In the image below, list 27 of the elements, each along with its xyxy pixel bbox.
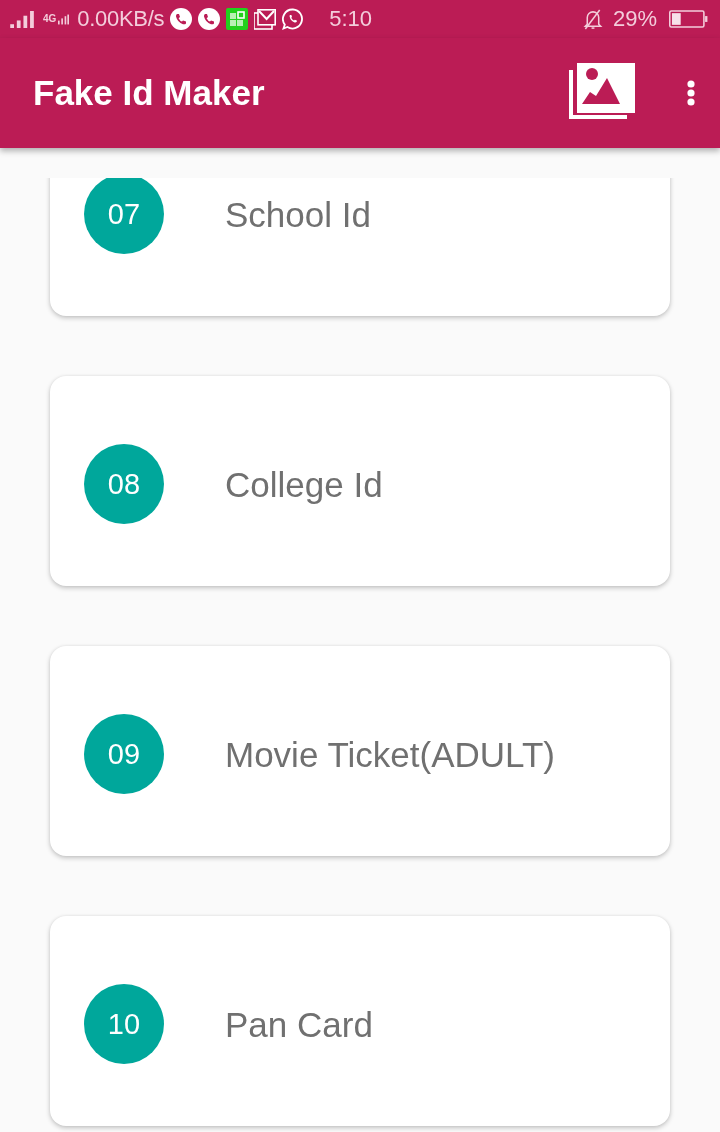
id-type-card[interactable]: 08 College Id [50,376,670,586]
battery-icon [669,10,708,28]
app-tile-icon [226,8,249,30]
bell-off-icon [582,8,603,30]
item-number: 07 [84,178,164,254]
item-number: 10 [84,984,164,1064]
network-type: 4G [43,14,57,24]
more-options-button[interactable] [686,80,696,106]
item-number: 08 [84,444,164,524]
item-label: College Id [225,465,383,505]
battery-percent: 29% [612,6,657,32]
chat-bubble-icon [282,8,305,30]
id-type-card[interactable]: 07 School Id [50,178,670,316]
item-label: School Id [225,195,371,235]
clock-time: 5:10 [329,6,373,32]
id-type-card[interactable]: 09 Movie Ticket(ADULT) [50,646,670,856]
id-type-card[interactable]: 10 Pan Card [50,916,670,1126]
item-label: Pan Card [225,1005,373,1045]
mail-icon [254,8,277,30]
phone-icon [170,8,193,30]
menu-icon [686,80,696,106]
app-title: Fake Id Maker [33,73,266,113]
data-rate: 0.00KB/s [77,6,165,32]
item-number: 09 [84,714,164,794]
phone-icon [198,8,221,30]
signal-icon [10,10,35,28]
item-label: Movie Ticket(ADULT) [225,735,555,775]
